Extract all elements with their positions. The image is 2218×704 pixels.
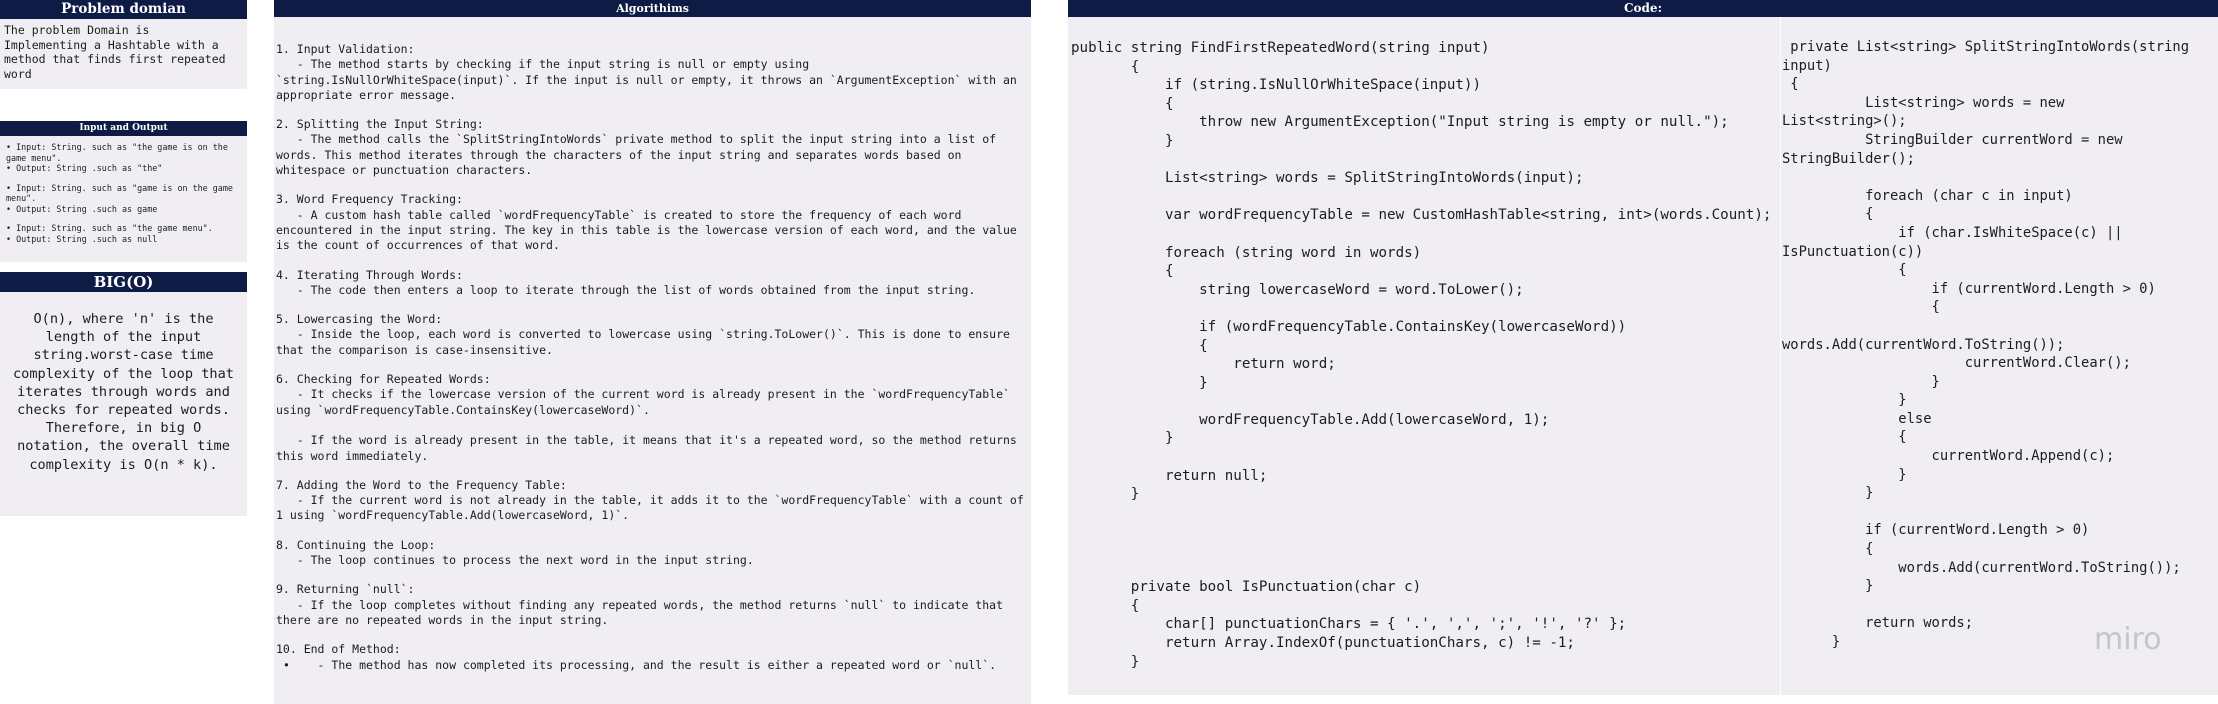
algorithm-step-title: 7. Adding the Word to the Frequency Tabl… bbox=[276, 477, 567, 492]
algorithm-step: 8. Continuing the Loop: - The loop conti… bbox=[276, 538, 1025, 569]
algorithm-step-body: - The loop continues to process the next… bbox=[276, 553, 754, 568]
io-item: • Input: String. such as "the game is on… bbox=[6, 142, 228, 163]
io-item: • Input: String. such as "game is on the… bbox=[6, 182, 233, 204]
algorithm-step: 1. Input Validation: - The method starts… bbox=[276, 42, 1025, 103]
big-o-panel: O(n), where 'n' is the length of the inp… bbox=[0, 292, 247, 516]
algorithm-step: 4. Iterating Through Words: - The code t… bbox=[276, 268, 1025, 299]
code-panel: public string FindFirstRepeatedWord(stri… bbox=[1068, 17, 2218, 695]
algorithm-step: 7. Adding the Word to the Frequency Tabl… bbox=[276, 478, 1025, 524]
big-o-header: BIG(O) bbox=[0, 272, 247, 292]
algorithm-step-title: 4. Iterating Through Words: bbox=[276, 267, 463, 282]
algorithm-step-body: - The method starts by checking if the i… bbox=[276, 57, 1024, 102]
io-group-2: • Input: String. such as "game is on the… bbox=[6, 183, 242, 215]
algorithm-step: 5. Lowercasing the Word: - Inside the lo… bbox=[276, 312, 1025, 358]
code-block-left: public string FindFirstRepeatedWord(stri… bbox=[1071, 40, 1772, 670]
algorithm-step-body: • - The method has now completed its pro… bbox=[276, 657, 997, 672]
algorithm-step-body: - It checks if the lowercase version of … bbox=[276, 387, 1017, 463]
algorithm-step-body: - If the loop completes without finding … bbox=[276, 597, 1010, 627]
algorithm-step-body: - The code then enters a loop to iterate… bbox=[276, 282, 976, 297]
input-output-panel: • Input: String. such as "the game is on… bbox=[0, 136, 247, 262]
problem-domain-panel: The problem Domain is Implementing a Has… bbox=[0, 19, 247, 89]
io-item: • Output: String .such as "the" bbox=[6, 163, 163, 173]
io-item: • Output: String .such as game bbox=[6, 203, 158, 214]
algorithm-step: 2. Splitting the Input String: - The met… bbox=[276, 117, 1025, 178]
algorithm-step: 9. Returning `null`: - If the loop compl… bbox=[276, 582, 1025, 628]
algorithm-step-title: 6. Checking for Repeated Words: bbox=[276, 372, 491, 387]
problem-domain-text: The problem Domain is Implementing a Has… bbox=[4, 23, 226, 81]
io-group-1: • Input: String. such as "the game is on… bbox=[6, 142, 242, 174]
algorithm-step-title: 2. Splitting the Input String: bbox=[276, 117, 484, 132]
input-output-header: Input and Output bbox=[0, 121, 247, 136]
algorithm-step-body: - A custom hash table called `wordFreque… bbox=[276, 207, 1024, 253]
algorithms-header: Algorithims bbox=[274, 0, 1031, 17]
algorithm-step-title: 8. Continuing the Loop: bbox=[276, 537, 436, 552]
algorithm-step-body: - The method calls the `SplitStringIntoW… bbox=[276, 132, 1004, 178]
problem-domain-header: Problem domian bbox=[0, 0, 247, 19]
algorithm-step-title: 3. Word Frequency Tracking: bbox=[276, 192, 463, 207]
big-o-text: O(n), where 'n' is the length of the inp… bbox=[13, 311, 234, 473]
algorithm-step: 10. End of Method: • - The method has no… bbox=[276, 642, 1025, 673]
algorithm-step: 6. Checking for Repeated Words: - It che… bbox=[276, 372, 1025, 464]
algorithms-panel: 1. Input Validation: - The method starts… bbox=[274, 17, 1031, 704]
algorithm-step-title: 10. End of Method: bbox=[276, 642, 401, 657]
algorithm-step-title: 9. Returning `null`: bbox=[276, 582, 415, 597]
io-group-3: • Input: String. such as "the game menu"… bbox=[6, 223, 242, 244]
algorithm-step: 3. Word Frequency Tracking: - A custom h… bbox=[276, 192, 1025, 253]
miro-watermark: miro bbox=[2094, 622, 2162, 657]
algorithm-step-body: - If the current word is not already in … bbox=[276, 493, 1031, 523]
algorithm-step-title: 5. Lowercasing the Word: bbox=[276, 312, 443, 327]
algorithm-step-body: - Inside the loop, each word is converte… bbox=[276, 327, 1017, 357]
code-divider bbox=[1780, 17, 1781, 695]
algorithm-step-title: 1. Input Validation: bbox=[276, 42, 415, 56]
io-item: • Output: String .such as null bbox=[6, 233, 158, 244]
io-item: • Input: String. such as "the game menu"… bbox=[6, 223, 213, 233]
code-block-right: private List<string> SplitStringIntoWord… bbox=[1782, 39, 2190, 650]
code-header: Code: bbox=[1068, 0, 2218, 17]
